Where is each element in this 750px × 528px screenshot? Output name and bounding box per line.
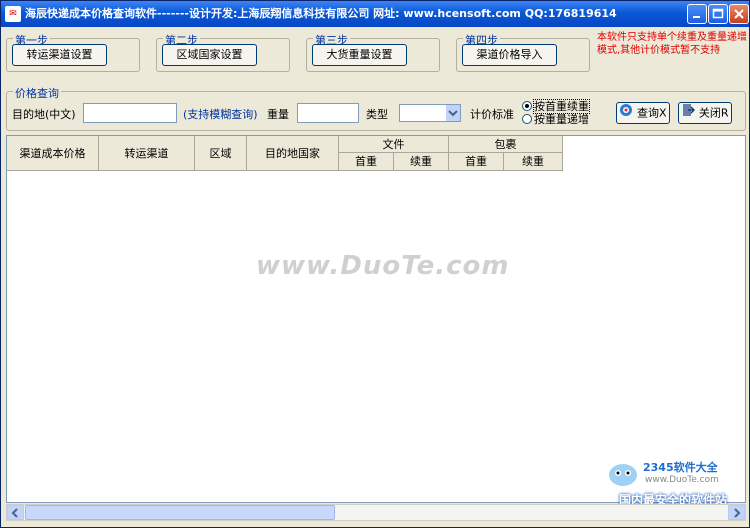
window-title: 海辰快递成本价格查询软件-------设计开发:上海辰翔信息科技有限公司 网址:… — [25, 7, 617, 20]
column-header-region[interactable]: 区域 — [195, 136, 247, 171]
destination-label: 目的地(中文) — [12, 108, 76, 121]
search-button[interactable]: 查询X — [616, 102, 670, 124]
chevron-down-icon[interactable] — [445, 105, 460, 121]
radio-weight-increment[interactable]: 按重量递增 — [522, 111, 589, 127]
close-button-label: 关闭R — [698, 106, 729, 120]
bulk-weight-settings-button[interactable]: 大货重量设置 — [312, 44, 407, 66]
search-icon — [619, 103, 633, 124]
region-country-settings-button[interactable]: 区域国家设置 — [162, 44, 257, 66]
step-4-group: 第四步 渠道价格导入 — [456, 32, 590, 72]
scroll-right-button[interactable] — [728, 505, 745, 520]
close-icon — [734, 9, 744, 19]
weight-label: 重量 — [267, 108, 289, 121]
maximize-button[interactable] — [708, 4, 728, 24]
scrollbar-thumb[interactable] — [25, 505, 335, 520]
column-group-document: 文件 — [339, 136, 449, 153]
price-query-label: 价格查询 — [13, 85, 61, 101]
search-button-label: 查询X — [636, 106, 667, 120]
column-header-document-first-weight[interactable]: 首重 — [339, 153, 394, 171]
chevron-right-icon — [734, 508, 741, 518]
badge-url: www.DuoTe.com — [645, 475, 719, 485]
column-header-parcel-first-weight[interactable]: 首重 — [449, 153, 504, 171]
column-header-cost-price[interactable]: 渠道成本价格 — [7, 136, 99, 171]
watermark-text: www.DuoTe.com — [256, 251, 510, 281]
column-group-parcel: 包裹 — [449, 136, 563, 153]
fuzzy-search-hint: (支持模糊查询) — [183, 108, 258, 121]
close-button[interactable]: 关闭R — [678, 102, 732, 124]
results-grid[interactable]: 渠道成本价格 转运渠道 区域 目的地国家 文件 包裹 首重 续重 首重 续重 — [6, 135, 746, 503]
channel-price-import-button[interactable]: 渠道价格导入 — [462, 44, 557, 66]
weight-input[interactable] — [297, 103, 359, 123]
minimize-button[interactable] — [687, 4, 707, 24]
step-1-group: 第一步 转运渠道设置 — [6, 32, 140, 72]
column-header-document-continued-weight[interactable]: 续重 — [394, 153, 449, 171]
destination-input[interactable] — [83, 103, 177, 123]
radio-selected-icon — [522, 101, 532, 111]
app-window: ✉ 海辰快递成本价格查询软件-------设计开发:上海辰翔信息科技有限公司 网… — [0, 0, 750, 528]
pricing-standard-label: 计价标准 — [470, 108, 514, 121]
mascot-icon — [609, 464, 637, 486]
step-2-group: 第二步 区域国家设置 — [156, 32, 290, 72]
type-label: 类型 — [366, 108, 388, 121]
exit-icon — [681, 103, 696, 124]
scroll-left-button[interactable] — [7, 505, 24, 520]
chevron-left-icon — [11, 508, 18, 518]
column-header-transit-channel[interactable]: 转运渠道 — [99, 136, 195, 171]
radio-unselected-icon — [522, 114, 532, 124]
column-header-parcel-continued-weight[interactable]: 续重 — [504, 153, 563, 171]
minimize-icon — [693, 16, 700, 18]
step-3-group: 第三步 大货重量设置 — [306, 32, 440, 72]
column-header-destination-country[interactable]: 目的地国家 — [247, 136, 339, 171]
maximize-icon — [712, 8, 724, 19]
type-select[interactable] — [399, 104, 461, 122]
transit-channel-settings-button[interactable]: 转运渠道设置 — [12, 44, 107, 66]
horizontal-scrollbar[interactable] — [6, 504, 746, 521]
pricing-mode-note: 本软件只支持单个续重及重量递增模式,其他计价模式暂不支持 — [597, 32, 747, 56]
close-window-button[interactable] — [729, 4, 749, 24]
title-bar[interactable]: ✉ 海辰快递成本价格查询软件-------设计开发:上海辰翔信息科技有限公司 网… — [1, 1, 749, 27]
app-icon: ✉ — [5, 6, 21, 22]
badge-title: 2345软件大全 — [643, 461, 718, 474]
